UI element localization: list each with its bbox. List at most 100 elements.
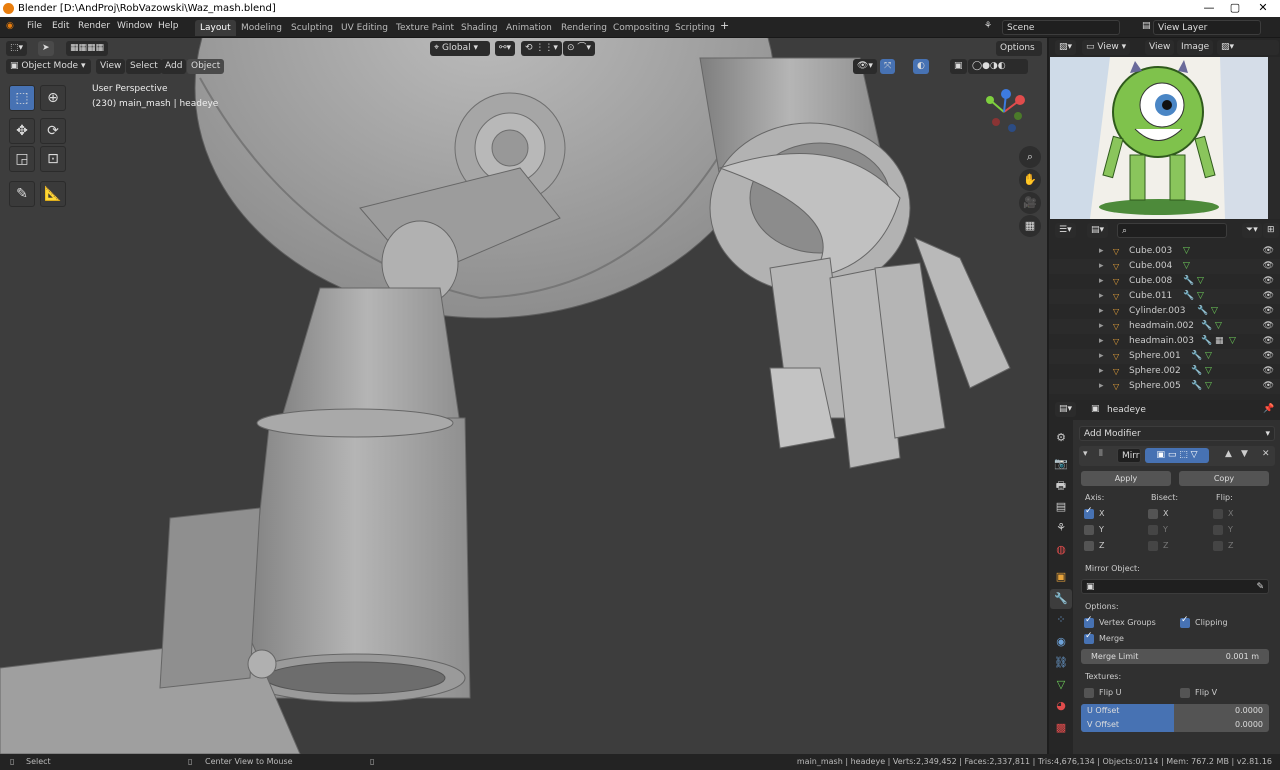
vertex-groups-checkbox[interactable] [1084, 615, 1094, 628]
output-tab-icon[interactable]: 🖶 [1050, 476, 1072, 496]
move-up-icon[interactable]: ▲ [1225, 449, 1232, 459]
bisect-x-checkbox[interactable] [1148, 509, 1158, 519]
tab-layout[interactable]: Layout [195, 20, 236, 36]
overlay-icon[interactable]: ◐ [913, 59, 929, 74]
pivot-icon[interactable]: ⚯▾ [495, 41, 516, 56]
axis-z-checkbox[interactable] [1084, 541, 1094, 551]
move-tool-icon[interactable]: ✥ [9, 118, 35, 144]
image-side-tools[interactable] [1268, 57, 1280, 219]
eye-icon[interactable]: 👁 [1263, 259, 1274, 274]
object-menu[interactable]: Object [187, 59, 225, 74]
transform-tool-icon[interactable]: ⊡ [40, 146, 66, 172]
cursor-tool-icon[interactable]: ⊕ [40, 85, 66, 111]
clipping-checkbox[interactable] [1180, 615, 1190, 628]
filter-icon[interactable]: ⏷▾ [1242, 223, 1262, 238]
image-editor-panel[interactable]: ▧▾ ▭ View ▾ View Image ▨▾ 9ec1489 [1049, 38, 1280, 220]
image-view-menu[interactable]: View [1145, 40, 1175, 55]
image-name-field[interactable]: ▨▾ 9ec1489 [1217, 40, 1279, 67]
modifier-display-toggles[interactable]: ▣ ▭ ⬚ ▽ [1145, 448, 1209, 463]
select-box-tool-icon[interactable]: ⬚ [9, 85, 35, 111]
menu-window[interactable]: Window [117, 21, 153, 31]
eye-icon[interactable]: 👁 [1263, 244, 1274, 259]
pin-icon[interactable]: 📌 [1263, 404, 1274, 414]
tab-scripting[interactable]: Scripting [670, 20, 720, 36]
copy-button[interactable]: Copy [1179, 471, 1269, 486]
flip-v-checkbox[interactable] [1180, 688, 1190, 698]
tab-uv-editing[interactable]: UV Editing [336, 20, 393, 36]
pan-hand-icon[interactable]: ✋ [1019, 169, 1041, 191]
tab-animation[interactable]: Animation [501, 20, 557, 36]
measure-tool-icon[interactable]: 📐 [40, 181, 66, 207]
select-mode-icon[interactable]: ➤ [38, 41, 54, 56]
particles-tab-icon[interactable]: ⁘ [1050, 610, 1072, 630]
mirror-object-field[interactable]: ▣ ✎ [1081, 579, 1269, 594]
scale-tool-icon[interactable]: ◲ [9, 146, 35, 172]
visibility-icon[interactable]: 👁▾ [853, 59, 877, 74]
close-icon[interactable]: ✕ [1250, 0, 1276, 16]
ortho-grid-icon[interactable]: ▦ [1019, 215, 1041, 237]
blender-menu-icon[interactable]: ◉ [6, 21, 14, 31]
modifier-header[interactable]: ▾ ⫴ Mirr ▣ ▭ ⬚ ▽ ▲ ▼ ✕ [1079, 446, 1275, 466]
add-workspace-icon[interactable]: + [720, 19, 729, 32]
properties-panel[interactable]: ▤▾ ▣ headeye 📌 Add Modifier ▾ ▾ ⫴ Mirr ▣ … [1049, 400, 1280, 754]
outliner-panel[interactable]: ☰▾ ▤▾ ⌕ ⏷▾ ⊞ ▸ ▽ Cube.003 ▽ 👁 ▸ ▽ Cube.004 ▽ 👁 ▸… [1049, 220, 1280, 400]
tool-tab-icon[interactable]: ⚙ [1050, 428, 1072, 448]
rotate-tool-icon[interactable]: ⟳ [40, 118, 66, 144]
selection-mode-icons[interactable]: ▦▦▦▦ [66, 41, 109, 56]
eye-icon[interactable]: 👁 [1263, 304, 1274, 319]
eye-icon[interactable]: 👁 [1263, 364, 1274, 379]
add-menu[interactable]: Add [161, 59, 187, 74]
u-offset-field[interactable]: U Offset 0.0000 [1081, 704, 1269, 718]
modifier-tab-icon[interactable]: 🔧 [1050, 589, 1072, 609]
flip-x-checkbox[interactable] [1213, 509, 1223, 519]
outliner-item[interactable]: ▸ ▽ Cube.011 🔧 ▽ 👁 [1049, 289, 1280, 304]
world-tab-icon[interactable]: ◍ [1050, 540, 1072, 560]
tab-modeling[interactable]: Modeling [236, 20, 287, 36]
select-menu[interactable]: Select [126, 59, 162, 74]
eye-icon[interactable]: 👁 [1263, 334, 1274, 349]
annotate-tool-icon[interactable]: ✎ [9, 181, 35, 207]
data-tab-icon[interactable]: ▽ [1050, 675, 1072, 695]
material-tab-icon[interactable]: ◕ [1050, 696, 1072, 716]
bisect-z-checkbox[interactable] [1148, 541, 1158, 551]
display-mode-icon[interactable]: ▤▾ [1087, 223, 1109, 238]
tab-shading[interactable]: Shading [456, 20, 503, 36]
v-offset-field[interactable]: V Offset 0.0000 [1081, 718, 1269, 732]
image-view-mode-icon[interactable]: ▭ View ▾ [1082, 40, 1131, 55]
apply-button[interactable]: Apply [1081, 471, 1171, 486]
viewport-3d[interactable]: ⬚▾ ➤ ▦▦▦▦ ⌖ Global ▾ ⚯▾ ⟲ ⋮⋮▾ ⊙ ⌒▾ Optio… [0, 38, 1047, 754]
image-menu[interactable]: Image [1177, 40, 1214, 55]
camera-icon[interactable]: 🎥 [1019, 192, 1041, 214]
axis-y-checkbox[interactable] [1084, 525, 1094, 535]
outliner-item[interactable]: ▸ ▽ Sphere.001 🔧 ▽ 👁 [1049, 349, 1280, 364]
object-mode-dropdown[interactable]: ▣ Object Mode ▾ [6, 59, 91, 74]
xray-icon[interactable]: ▣ [950, 59, 967, 74]
merge-limit-field[interactable]: Merge Limit 0.001 m [1081, 649, 1269, 664]
eye-icon[interactable]: 👁 [1263, 349, 1274, 364]
tab-sculpting[interactable]: Sculpting [286, 20, 338, 36]
menu-file[interactable]: File [27, 21, 42, 31]
new-collection-icon[interactable]: ⊞ [1263, 223, 1279, 238]
shading-mode-icons[interactable]: ◯●◑◐ [968, 59, 1028, 74]
outliner-item[interactable]: ▸ ▽ Cube.008 🔧 ▽ 👁 [1049, 274, 1280, 289]
bisect-y-checkbox[interactable] [1148, 525, 1158, 535]
navigation-gizmo[interactable] [978, 86, 1030, 138]
eye-icon[interactable]: 👁 [1263, 274, 1274, 289]
scene-tab-icon[interactable]: ⚘ [1050, 518, 1072, 538]
view-layer-tab-icon[interactable]: ▤ [1050, 497, 1072, 517]
editor-type-icon[interactable]: ⬚▾ [6, 41, 28, 56]
menu-render[interactable]: Render [78, 21, 110, 31]
snap-icon[interactable]: ⟲ ⋮⋮▾ [521, 41, 562, 56]
view-layer-field[interactable]: View Layer [1153, 20, 1261, 35]
outliner-item[interactable]: ▸ ▽ headmain.002 🔧 ▽ 👁 [1049, 319, 1280, 334]
flip-u-checkbox[interactable] [1084, 688, 1094, 698]
outliner-item[interactable]: ▸ ▽ headmain.003 🔧 ▦ ▽ 👁 [1049, 334, 1280, 349]
merge-checkbox[interactable] [1084, 631, 1094, 644]
flip-z-checkbox[interactable] [1213, 541, 1223, 551]
maximize-icon[interactable]: ▢ [1222, 0, 1248, 16]
properties-type-icon[interactable]: ▤▾ [1055, 402, 1077, 417]
outliner-item[interactable]: ▸ ▽ Cube.003 ▽ 👁 [1049, 244, 1280, 259]
constraints-tab-icon[interactable]: ⛓ [1050, 653, 1072, 673]
zoom-icon[interactable]: ⌕ [1019, 146, 1041, 168]
move-down-icon[interactable]: ▼ [1241, 449, 1248, 459]
